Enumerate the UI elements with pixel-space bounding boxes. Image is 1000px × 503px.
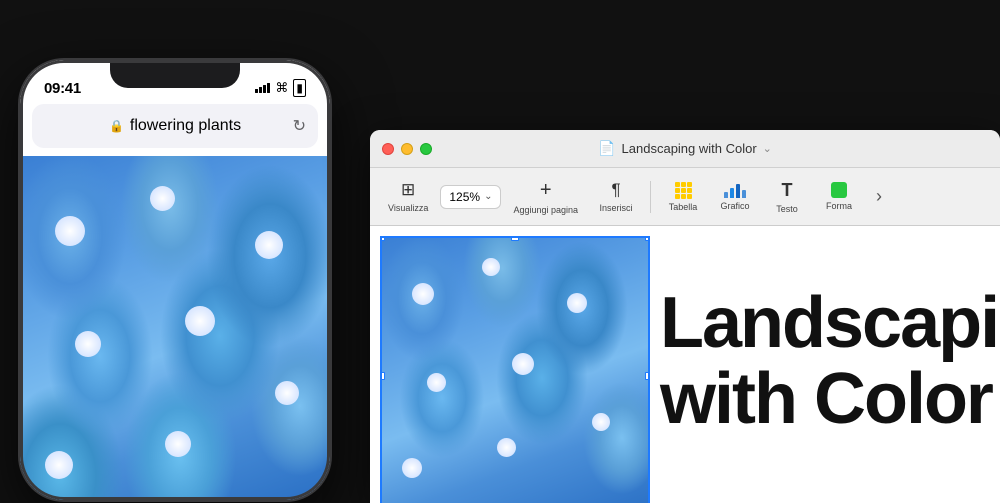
handle-top-left xyxy=(380,236,385,241)
doc-flower-center-5 xyxy=(512,353,534,375)
window-title-text: Landscaping with Color xyxy=(622,141,757,156)
handle-middle-left xyxy=(380,372,385,380)
traffic-lights xyxy=(382,143,432,155)
handle-middle-right xyxy=(645,372,650,380)
aggiungi-pagina-label: Aggiungi pagina xyxy=(513,205,578,215)
maximize-button[interactable] xyxy=(420,143,432,155)
paragraph-icon: ¶ xyxy=(611,180,620,200)
flower-center-2 xyxy=(150,186,175,211)
handle-top-middle xyxy=(511,236,519,241)
flower-center-6 xyxy=(275,381,299,405)
pages-window: 📄 Landscaping with Color ⌄ ⊞ Visualizza … xyxy=(370,130,1000,503)
document-title-text: Landscapi with Color xyxy=(660,286,998,437)
minimize-button[interactable] xyxy=(401,143,413,155)
table-icon xyxy=(675,182,692,199)
zoom-dropdown[interactable]: 125% ⌄ xyxy=(440,185,501,209)
doc-flower-center-4 xyxy=(427,373,446,392)
visualizza-icon: ⊞ xyxy=(401,180,415,200)
testo-button[interactable]: T Testo xyxy=(763,176,811,218)
doc-flower-center-8 xyxy=(497,438,516,457)
flower-center-5 xyxy=(185,306,215,336)
testo-label: Testo xyxy=(776,204,798,214)
forma-label: Forma xyxy=(826,201,852,211)
iphone-address-bar[interactable]: 🔒 flowering plants ↻ xyxy=(32,104,318,148)
doc-flower-center-7 xyxy=(402,458,422,478)
doc-flower-center-1 xyxy=(412,283,434,305)
reload-icon[interactable]: ↻ xyxy=(293,116,306,136)
flower-center-4 xyxy=(75,331,101,357)
zoom-value: 125% xyxy=(449,190,480,204)
title-chevron-icon: ⌄ xyxy=(763,142,772,155)
tabella-button[interactable]: Tabella xyxy=(659,178,707,216)
lock-icon: 🔒 xyxy=(109,119,124,133)
visualizza-button[interactable]: ⊞ Visualizza xyxy=(380,176,436,217)
handle-top-right xyxy=(645,236,650,241)
iphone-time: 09:41 xyxy=(44,80,81,97)
close-button[interactable] xyxy=(382,143,394,155)
document-content: Landscapi with Color xyxy=(370,226,1000,503)
doc-title-line2: with Color xyxy=(660,362,998,438)
document-image-inner xyxy=(382,238,648,503)
zoom-chevron-icon: ⌄ xyxy=(484,191,492,202)
document-image[interactable] xyxy=(380,236,650,503)
inserisci-button[interactable]: ¶ Inserisci xyxy=(590,176,642,217)
chart-icon xyxy=(724,182,746,198)
iphone-device: 09:41 ⌘ ▮ 🔒 flowering plants ↻ xyxy=(20,60,330,500)
flower-center-3 xyxy=(255,231,283,259)
forma-button[interactable]: Forma xyxy=(815,178,863,215)
flower-center-8 xyxy=(165,431,191,457)
plus-icon: + xyxy=(540,179,552,202)
doc-title-line1: Landscapi xyxy=(660,286,998,362)
doc-flower-center-2 xyxy=(482,258,500,276)
toolbar: ⊞ Visualizza 125% ⌄ + Aggiungi pagina ¶ … xyxy=(370,168,1000,226)
battery-icon: ▮ xyxy=(293,79,306,98)
iphone-screen: 09:41 ⌘ ▮ 🔒 flowering plants ↻ xyxy=(20,60,330,500)
grafico-label: Grafico xyxy=(721,201,750,211)
tabella-label: Tabella xyxy=(669,202,698,212)
document-page: Landscapi with Color xyxy=(370,226,1000,503)
toolbar-separator-1 xyxy=(650,181,651,213)
visualizza-label: Visualizza xyxy=(388,203,428,213)
signal-bars-icon xyxy=(255,83,270,93)
doc-flower-center-6 xyxy=(592,413,610,431)
flower-center-7 xyxy=(45,451,73,479)
grafico-button[interactable]: Grafico xyxy=(711,178,759,215)
more-button[interactable]: › xyxy=(867,182,891,211)
shape-square-icon xyxy=(831,182,847,198)
inserisci-label: Inserisci xyxy=(600,203,633,213)
more-icon: › xyxy=(876,186,882,207)
doc-flower-center-3 xyxy=(567,293,587,313)
iphone-url-text[interactable]: flowering plants xyxy=(130,117,241,135)
aggiungi-pagina-button[interactable]: + Aggiungi pagina xyxy=(505,175,586,219)
text-t-icon: T xyxy=(782,180,793,201)
iphone-notch xyxy=(110,60,240,88)
window-title-area: 📄 Landscaping with Color ⌄ xyxy=(598,140,772,157)
wifi-icon: ⌘ xyxy=(275,80,288,96)
document-icon: 📄 xyxy=(598,140,615,157)
window-titlebar: 📄 Landscaping with Color ⌄ xyxy=(370,130,1000,168)
flower-center-1 xyxy=(55,216,85,246)
iphone-status-icons: ⌘ ▮ xyxy=(255,79,306,98)
iphone-photo xyxy=(20,156,330,500)
